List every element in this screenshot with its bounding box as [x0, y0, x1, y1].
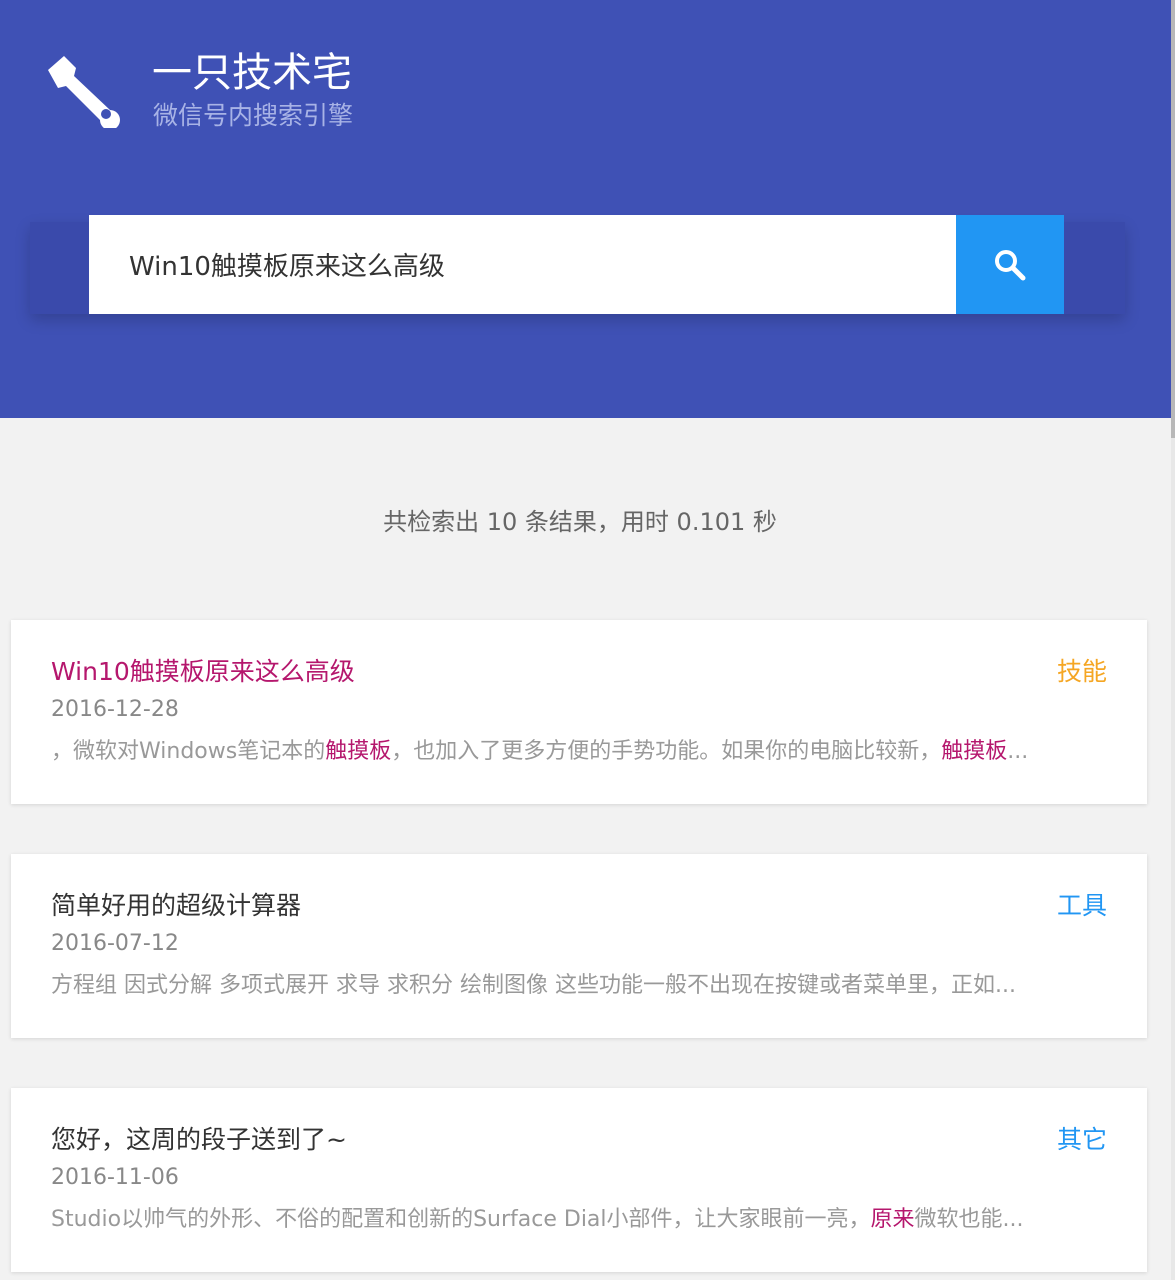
header: 一只技术宅 微信号内搜索引擎 Win10触摸板原来这么高级	[0, 0, 1175, 418]
summary-middle: 条结果，用时	[524, 508, 669, 536]
result-snippet: 方程组 因式分解 多项式展开 求导 求积分 绘制图像 这些功能一般不出现在按键或…	[51, 970, 1107, 1002]
snippet-text: ，微软对Windows笔记本的	[51, 739, 326, 764]
result-title[interactable]: Win10触摸板原来这么高级	[51, 652, 355, 688]
result-card-header: 您好，这周的段子送到了~ 其它	[51, 1120, 1107, 1156]
search-input[interactable]: Win10触摸板原来这么高级	[89, 215, 956, 314]
result-card[interactable]: 简单好用的超级计算器 工具 2016-07-12 方程组 因式分解 多项式展开 求导 …	[11, 854, 1147, 1038]
result-snippet: ，微软对Windows笔记本的触摸板，也加入了更多方便的手势功能。如果你的电脑比…	[51, 736, 1107, 768]
search-button[interactable]	[956, 215, 1064, 314]
snippet-text: ，也加入了更多方便的手势功能。如果你的电脑比较新，	[391, 739, 942, 764]
search-time: 0.101	[676, 508, 746, 536]
result-card-header: 简单好用的超级计算器 工具	[51, 886, 1107, 922]
result-title[interactable]: 您好，这周的段子送到了~	[51, 1120, 347, 1156]
snippet-text: 方程组 因式分解 多项式展开 求导 求积分 绘制图像 这些功能一般不出现在按键或…	[51, 973, 1016, 998]
result-category-tag[interactable]: 技能	[1057, 652, 1107, 688]
result-snippet: Studio以帅气的外形、不俗的配置和创新的Surface Dial小部件，让大…	[51, 1204, 1107, 1236]
result-category-tag[interactable]: 工具	[1057, 886, 1107, 922]
snippet-text: Studio以帅气的外形、不俗的配置和创新的Surface Dial小部件，让大…	[51, 1207, 871, 1232]
result-count: 10	[486, 508, 518, 536]
site-title: 一只技术宅	[152, 50, 352, 96]
summary-suffix: 秒	[752, 508, 777, 536]
result-category-tag[interactable]: 其它	[1057, 1120, 1107, 1156]
result-card[interactable]: Win10触摸板原来这么高级 技能 2016-12-28 ，微软对Windows笔记本…	[11, 620, 1147, 804]
results-summary: 共检索出 10 条结果，用时 0.101 秒	[0, 502, 1160, 542]
result-date: 2016-12-28	[51, 697, 179, 722]
snippet-text: 微软也能...	[914, 1207, 1024, 1232]
result-card-header: Win10触摸板原来这么高级 技能	[51, 652, 1107, 688]
keyword-highlight: 触摸板	[325, 739, 392, 764]
scrollbar-thumb[interactable]	[1171, 0, 1175, 438]
snippet-text: ...	[1007, 739, 1029, 764]
site-subtitle: 微信号内搜索引擎	[153, 101, 354, 130]
result-date: 2016-07-12	[51, 931, 179, 956]
keyword-highlight: 原来	[870, 1207, 915, 1232]
result-title[interactable]: 简单好用的超级计算器	[51, 886, 301, 922]
result-date: 2016-11-06	[51, 1165, 179, 1190]
summary-prefix: 共检索出	[383, 508, 480, 536]
search-icon	[995, 249, 1026, 280]
wrench-icon	[48, 56, 120, 128]
keyword-highlight: 触摸板	[941, 739, 1008, 764]
result-card[interactable]: 您好，这周的段子送到了~ 其它 2016-11-06 Studio以帅气的外形、不俗的…	[11, 1088, 1147, 1272]
